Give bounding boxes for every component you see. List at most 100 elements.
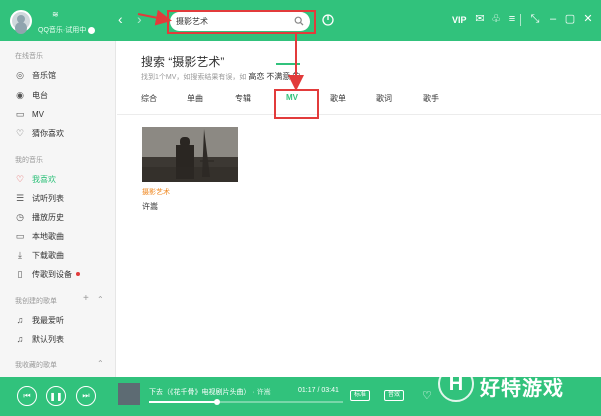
sidebar-item-downloads[interactable]: ⤓ 下载歌曲 [15, 248, 64, 262]
vip-badge[interactable]: VIP [452, 15, 467, 25]
tab-overview[interactable]: 综合 [141, 93, 157, 104]
quality-button[interactable]: 标准 [350, 390, 371, 401]
sidebar-item-label: 下载歌曲 [32, 250, 64, 260]
summary-term-link[interactable]: 高恋 [248, 72, 264, 81]
heart-outline-icon: ♡ [15, 127, 25, 138]
computer-icon: ▭ [15, 230, 25, 241]
track-separator: · [252, 389, 255, 396]
notification-dot [76, 272, 80, 276]
history-icon: ◷ [16, 211, 24, 222]
sidebar-section-title: 我创建的歌单 [15, 298, 57, 305]
active-tab-underline [276, 63, 300, 65]
sidebar: 在线音乐 ◎ 音乐馆 ◉ 电台 ▭ MV ♡ 猜你喜欢 我的音乐 ♡ 我喜欢 ☰… [0, 41, 116, 377]
sidebar-item-mv[interactable]: ▭ MV [15, 107, 44, 121]
previous-icon: ⏮ [23, 391, 31, 400]
tab-artists[interactable]: 歌手 [423, 93, 439, 104]
annotation-highlight-box [167, 10, 316, 34]
sidebar-section-title: 我的音乐 [15, 157, 43, 164]
user-avatar[interactable] [10, 10, 32, 32]
minimize-icon[interactable]: – [547, 13, 559, 25]
sidebar-item-label: 试听列表 [32, 193, 64, 203]
time-total: 03:41 [321, 387, 339, 394]
mv-title[interactable]: 摄影艺术 [142, 187, 170, 197]
pause-icon: ❚❚ [49, 391, 63, 401]
search-title-prefix: 搜索 [141, 55, 166, 69]
heart-icon: ♡ [15, 173, 25, 184]
progress-handle[interactable] [213, 399, 220, 405]
sidebar-item-history[interactable]: ◷ 播放历史 [15, 210, 64, 224]
next-button[interactable]: ⏭ [76, 386, 96, 406]
track-artist[interactable]: 许嵩 [257, 389, 271, 396]
refresh-icon[interactable] [321, 13, 335, 27]
sound-effect-button[interactable]: 音效 [384, 390, 405, 401]
maximize-icon[interactable]: ▢ [564, 13, 576, 25]
sidebar-item-local-songs[interactable]: ▭ 本地歌曲 [15, 229, 64, 243]
previous-button[interactable]: ⏮ [17, 386, 37, 406]
close-icon[interactable]: ✕ [582, 13, 594, 25]
sidebar-item-radio[interactable]: ◉ 电台 [15, 88, 48, 102]
sidebar-item-music-hall[interactable]: ◎ 音乐馆 [15, 68, 56, 82]
sidebar-item-label: MV [32, 109, 44, 119]
user-status-label: QQ音乐·试用中 [38, 27, 87, 34]
sidebar-item-label: 传歌到设备 [32, 269, 72, 279]
page-title: 搜索 “摄影艺术” [141, 53, 224, 70]
add-playlist-icon[interactable]: + [83, 293, 89, 304]
annotation-highlight-box [274, 89, 319, 119]
sidebar-item-label: 本地歌曲 [32, 231, 64, 241]
sidebar-item-transfer-device[interactable]: ▯ 传歌到设备 [15, 267, 80, 281]
summary-tail: 的 [292, 72, 301, 81]
next-icon: ⏭ [82, 391, 90, 400]
user-status[interactable]: QQ音乐·试用中 [38, 25, 96, 35]
download-icon: ⤓ [18, 249, 22, 260]
sidebar-section-title: 在线音乐 [15, 53, 43, 60]
mv-artist[interactable]: 许嵩 [142, 201, 158, 212]
sidebar-section-title: 我收藏的歌单 [15, 362, 57, 369]
sidebar-item-label: 猜你喜欢 [32, 128, 64, 138]
device-icon: ▯ [17, 268, 23, 279]
playlist-icon: ♫ [16, 334, 24, 344]
search-results-panel: 搜索 “摄影艺术” 找到1个MV，如搜索结果有误，如 高恋 不满意 的 综合 单… [117, 41, 601, 377]
divider [520, 14, 521, 26]
mini-mode-icon[interactable]: ⤡ [529, 13, 541, 25]
tab-songs[interactable]: 单曲 [187, 93, 203, 104]
progress-fill [149, 401, 217, 403]
tab-albums[interactable]: 专辑 [235, 93, 251, 104]
track-time: 01:17 / 03:41 [298, 387, 339, 394]
skin-icon[interactable]: ♧ [490, 13, 502, 25]
sidebar-item-my-favorite-playlist[interactable]: ♫ 我最爱听 [15, 313, 64, 327]
pause-button[interactable]: ❚❚ [46, 386, 66, 406]
sidebar-item-guess-like[interactable]: ♡ 猜你喜欢 [15, 126, 64, 140]
search-query: “摄影艺术” [168, 55, 225, 69]
summary-not-term-link[interactable]: 不满意 [266, 72, 290, 81]
track-title[interactable]: 下去（《花千骨》电视剧片头曲） [149, 389, 251, 396]
sidebar-item-label: 我最爱听 [32, 315, 64, 325]
sidebar-item-label: 音乐馆 [32, 70, 56, 80]
track-info: 下去（《花千骨》电视剧片头曲） · 许嵩 [149, 387, 271, 397]
collapse-icon[interactable]: ⌃ [97, 295, 104, 304]
forward-button[interactable]: › [137, 12, 142, 26]
sidebar-item-default-list[interactable]: ♫ 默认列表 [15, 332, 64, 346]
status-dot-icon [88, 26, 96, 34]
settings-icon[interactable]: ≡ [506, 13, 518, 25]
tab-lyrics[interactable]: 歌词 [376, 93, 392, 104]
playlist-icon: ♫ [16, 315, 24, 325]
favorite-icon[interactable]: ♡ [422, 389, 432, 402]
sidebar-item-trial-list[interactable]: ☰ 试听列表 [15, 191, 64, 205]
sidebar-item-label: 我喜欢 [32, 174, 56, 184]
collapse-icon[interactable]: ⌃ [97, 359, 104, 368]
sidebar-item-favorites[interactable]: ♡ 我喜欢 [15, 172, 56, 186]
player-bar: ⏮ ❚❚ ⏭ 下去（《花千骨》电视剧片头曲） · 许嵩 01:17 / 03:4… [0, 377, 601, 416]
mv-thumbnail[interactable] [142, 127, 238, 182]
sidebar-item-label: 电台 [32, 90, 48, 100]
list-icon: ☰ [15, 192, 25, 203]
time-current: 01:17 [298, 387, 316, 394]
sidebar-item-label: 默认列表 [32, 334, 64, 344]
mv-icon: ▭ [15, 108, 25, 119]
tab-playlists[interactable]: 歌单 [330, 93, 346, 104]
mail-icon[interactable]: ✉ [474, 13, 486, 25]
back-button[interactable]: ‹ [118, 12, 123, 26]
wifi-icon: ≋ [52, 10, 59, 19]
divider [117, 114, 601, 115]
album-cover[interactable] [118, 383, 140, 405]
progress-bar[interactable] [149, 399, 343, 405]
